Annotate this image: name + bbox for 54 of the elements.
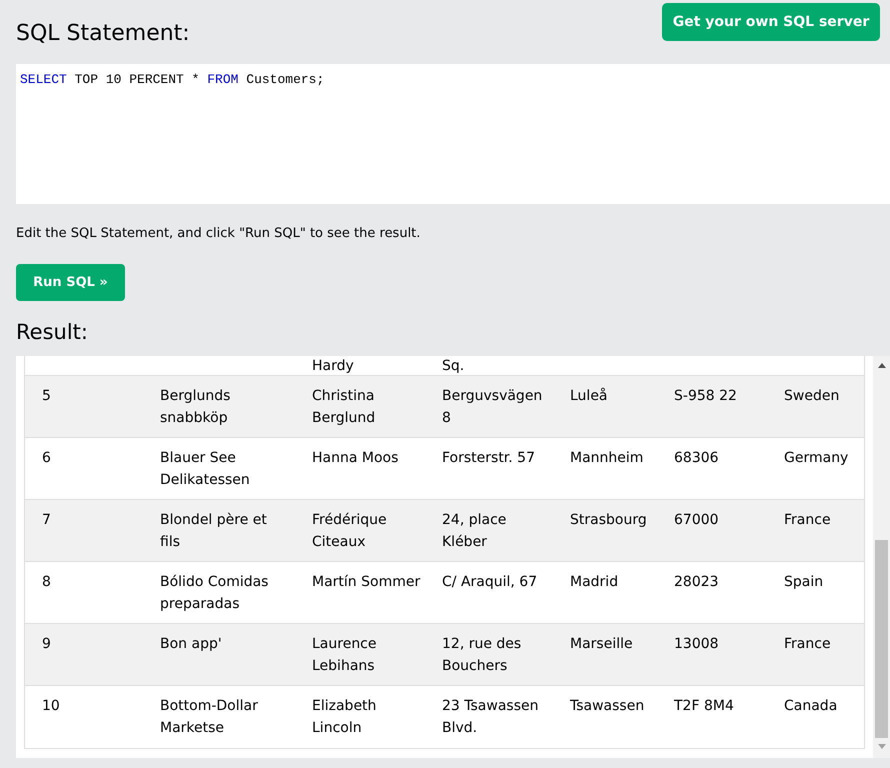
run-sql-button[interactable]: Run SQL » [16,264,125,301]
table-cell-text: Sweden [784,387,840,406]
table-cell-text: 7 [42,511,51,530]
scrollbar[interactable] [873,356,890,758]
table-cell-text: Christina Berglund [312,387,376,428]
section-title: Result: [16,319,89,346]
table-cell-text: Blondel père et fils [160,511,268,552]
table-cell-text: C/ Araquil, 67 [442,573,538,592]
table-cell-text: S-958 22 [674,387,737,406]
table-cell-text: 10 [42,697,60,716]
table-cell-text: Frédérique Citeaux [312,511,388,552]
table-cell-text: 23 Tsawassen Blvd. [442,697,540,738]
table-cell-text: France [784,511,831,530]
scrollbar-thumb[interactable] [875,540,888,738]
table-cell-text: Bon app' [160,635,222,654]
table-cell-text: Mannheim [570,449,644,468]
section-title: SQL Statement: [16,20,190,48]
table-cell-text: 8 [42,573,51,592]
table-cell-text: Madrid [570,573,618,592]
table-cell: Hardy [312,358,354,374]
table-cell-text: 6 [42,449,51,468]
table-cell-text: 24, place Kléber [442,511,508,552]
table-cell-text: 28023 [674,573,719,592]
table-cell: Sq. [442,358,464,374]
table-cell-text: Bólido Comidas preparadas [160,573,270,614]
table-cell-text: Luleå [570,386,608,406]
table-cell-text: Spain [784,573,824,592]
table-cell-text: 5 [42,387,51,406]
sql-editor[interactable]: SELECT TOP 10 PERCENT * FROM Customers; [16,64,890,204]
table-cell-text: Forsterstr. 57 [442,449,535,468]
scroll-up-icon[interactable] [878,363,886,368]
table-cell-text: Strasbourg [570,511,647,530]
get-server-button[interactable]: Get your own SQL server [662,3,880,41]
table-cell-text: 9 [42,635,51,654]
table-cell-text: Bottom-Dollar Marketse [160,697,259,738]
table-cell-text: T2F 8M4 [674,697,734,716]
table-cell-text: Tsawassen [570,697,644,716]
table-cell-text: Berguvsvägen 8 [442,387,544,428]
table-cell-text: 68306 [674,449,719,468]
table-cell-text: France [784,635,831,654]
table-cell-text: Germany [784,449,848,468]
scroll-down-icon[interactable] [878,744,886,749]
table-cell-text: Canada [784,697,838,716]
table-cell-text: Marseille [570,635,633,654]
table-cell-text: 13008 [674,635,719,654]
table-cell-text: Elizabeth Lincoln [312,697,378,738]
hint-text: Edit the SQL Statement, and click "Run SQL" to see the result. [16,225,422,243]
table-cell-text: Blauer See Delikatessen [160,449,251,490]
table-cell-text: Hanna Moos [312,449,398,468]
table-cell-text: Berglunds snabbköp [160,387,232,428]
table-cell-text: Martín Sommer [312,573,420,592]
table-cell-text: 67000 [674,511,719,530]
table-cell-text: Laurence Lebihans [312,635,378,676]
table-cell-text: 12, rue des Bouchers [442,635,522,676]
